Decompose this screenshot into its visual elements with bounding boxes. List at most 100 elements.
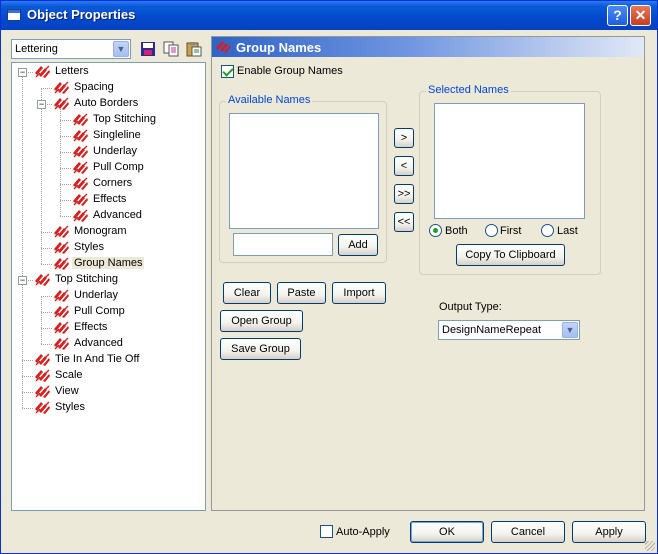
move-all-left-button[interactable]: << [394, 212, 414, 232]
move-all-right-button[interactable]: >> [394, 184, 414, 204]
save-group-button[interactable]: Save Group [220, 338, 301, 360]
open-group-button[interactable]: Open Group [220, 310, 303, 332]
thread-icon [34, 384, 51, 399]
tree-node-label: Corners [93, 177, 133, 189]
paste-button[interactable]: Paste [277, 282, 326, 304]
tree-node-label: Styles [55, 401, 85, 413]
window-icon [7, 9, 21, 21]
output-type-label: Output Type: [439, 301, 502, 313]
cancel-button[interactable]: Cancel [491, 521, 565, 543]
collapse-toggle[interactable]: − [18, 276, 27, 285]
thread-icon [72, 144, 89, 159]
tree-node-label: Auto Borders [74, 97, 139, 109]
thread-icon [53, 240, 70, 255]
output-type-select[interactable]: DesignNameRepeat ▼ [438, 320, 580, 340]
copy-to-clipboard-button[interactable]: Copy To Clipboard [456, 244, 565, 266]
auto-apply-label[interactable]: Auto-Apply [336, 526, 390, 538]
tree-connector [22, 408, 33, 409]
thread-icon [72, 128, 89, 143]
object-properties-window: Object Properties ? ✕ Lettering ▼ Letter… [0, 0, 658, 554]
tree-node-label: Scale [55, 369, 83, 381]
close-button[interactable]: ✕ [630, 5, 651, 26]
name-input[interactable] [233, 233, 333, 256]
radio-first[interactable] [485, 224, 498, 237]
tree-node-label: Singleline [93, 129, 141, 141]
thread-icon [72, 208, 89, 223]
tree-node-label: Underlay [74, 289, 119, 301]
selected-names-list[interactable] [434, 103, 585, 219]
enable-group-names-checkbox[interactable] [221, 65, 234, 78]
tree-connector [41, 344, 52, 345]
tree-node-label: Tie In And Tie Off [55, 353, 140, 365]
tree-connector [41, 328, 52, 329]
chevron-down-icon[interactable]: ▼ [562, 322, 578, 338]
thread-icon [34, 272, 51, 287]
tree-connector [60, 136, 71, 137]
radio-first-label[interactable]: First [500, 225, 521, 237]
tree-guide [41, 296, 42, 344]
panel-header: Group Names [212, 37, 644, 57]
move-left-button[interactable]: < [394, 156, 414, 176]
thread-icon [53, 224, 70, 239]
tree-connector [60, 200, 71, 201]
chevron-down-icon[interactable]: ▼ [113, 41, 129, 57]
radio-both-label[interactable]: Both [445, 225, 468, 237]
tree-connector [41, 264, 52, 265]
thread-icon [72, 112, 89, 127]
import-button[interactable]: Import [332, 282, 386, 304]
tree-guide [41, 88, 42, 264]
tree-node-label: Group Names [72, 257, 145, 269]
move-right-button[interactable]: > [394, 128, 414, 148]
add-button[interactable]: Add [338, 234, 378, 256]
thread-icon [53, 336, 70, 351]
property-tree[interactable]: Letters − Spacing Auto Borders − Top Stitchin… [11, 62, 206, 511]
enable-group-names-label[interactable]: Enable Group Names [237, 65, 343, 77]
tree-node-label: Underlay [93, 145, 138, 157]
thread-icon [53, 80, 70, 95]
thread-icon [53, 320, 70, 335]
thread-icon [216, 41, 231, 53]
tree-connector [60, 168, 71, 169]
tree-connector [22, 392, 33, 393]
tree-node-label: Pull Comp [93, 161, 144, 173]
copy-icon[interactable] [163, 41, 179, 57]
radio-last-label[interactable]: Last [557, 225, 578, 237]
tree-node-label: Styles [74, 241, 104, 253]
tree-connector [41, 248, 52, 249]
thread-icon [53, 304, 70, 319]
thread-icon [72, 192, 89, 207]
thread-icon [34, 352, 51, 367]
tree-node-label: Top Stitching [55, 273, 118, 285]
tree-connector [60, 152, 71, 153]
available-names-list[interactable] [229, 113, 379, 229]
auto-apply-checkbox[interactable] [320, 525, 333, 538]
thread-icon [72, 176, 89, 191]
ok-button[interactable]: OK [410, 521, 484, 543]
tree-connector [41, 232, 52, 233]
tree-node-label: Effects [74, 321, 108, 333]
available-names-legend: Available Names [226, 94, 313, 106]
tree-node-label: Pull Comp [74, 305, 125, 317]
tree-node-label: Advanced [93, 209, 142, 221]
object-type-select[interactable]: Lettering ▼ [11, 39, 131, 59]
help-button[interactable]: ? [607, 5, 628, 26]
radio-last[interactable] [541, 224, 554, 237]
tree-connector [60, 184, 71, 185]
selected-names-legend: Selected Names [426, 84, 511, 96]
resize-grip[interactable] [645, 541, 655, 551]
title-bar[interactable]: Object Properties ? ✕ [1, 1, 657, 30]
clear-button[interactable]: Clear [223, 282, 271, 304]
collapse-toggle[interactable]: − [18, 68, 27, 77]
tree-connector [22, 376, 33, 377]
save-icon[interactable] [140, 41, 156, 57]
apply-button[interactable]: Apply [572, 521, 646, 543]
tree-connector [41, 312, 52, 313]
radio-both[interactable] [429, 224, 442, 237]
paste-icon[interactable] [186, 41, 202, 57]
tree-node-label: Monogram [74, 225, 127, 237]
tree-connector [60, 216, 71, 217]
output-type-value: DesignNameRepeat [442, 324, 542, 336]
thread-icon [34, 400, 51, 415]
collapse-toggle[interactable]: − [37, 100, 46, 109]
tree-node-label: Top Stitching [93, 113, 156, 125]
